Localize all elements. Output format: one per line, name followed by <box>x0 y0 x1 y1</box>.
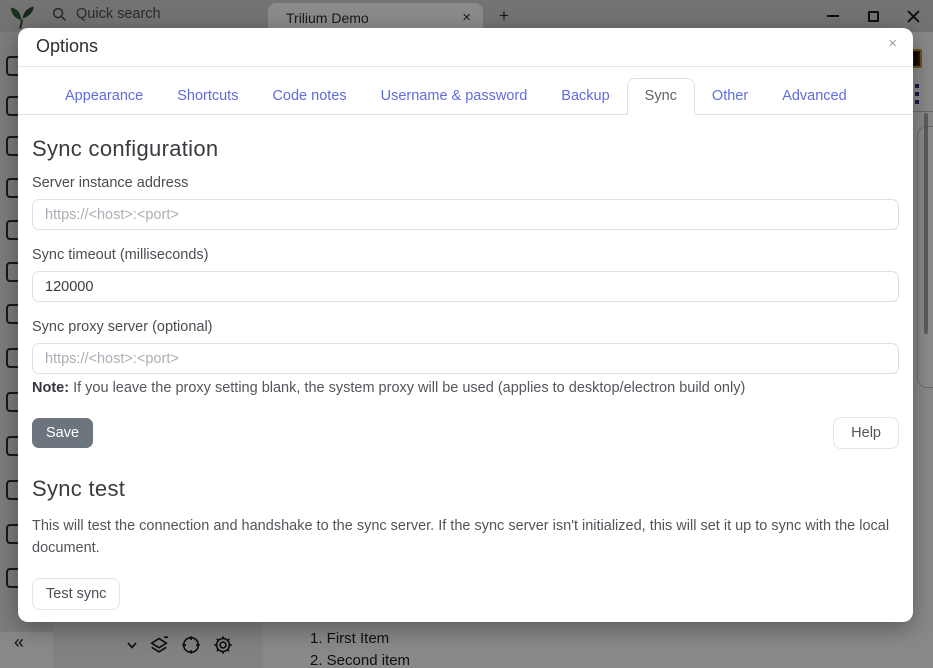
tab-backup[interactable]: Backup <box>544 78 626 114</box>
tab-sync[interactable]: Sync <box>627 78 695 115</box>
sync-proxy-input[interactable] <box>32 343 899 374</box>
sync-options-panel: Sync configuration Server instance addre… <box>18 115 913 610</box>
sync-timeout-label: Sync timeout (milliseconds) <box>32 247 899 263</box>
proxy-note-text: If you leave the proxy setting blank, th… <box>69 380 745 396</box>
server-address-label: Server instance address <box>32 175 899 191</box>
sync-test-description: This will test the connection and handsh… <box>32 515 898 559</box>
server-address-input[interactable] <box>32 199 899 230</box>
test-sync-button[interactable]: Test sync <box>32 578 120 610</box>
dialog-title: Options <box>36 36 98 57</box>
dialog-header: Options × <box>18 28 913 67</box>
options-tab-bar: Appearance Shortcuts Code notes Username… <box>18 78 913 115</box>
screen: Quick search Trilium Demo × + <box>0 0 933 668</box>
sync-proxy-label: Sync proxy server (optional) <box>32 319 899 335</box>
sync-test-heading: Sync test <box>32 476 899 502</box>
sync-configuration-heading: Sync configuration <box>32 136 899 162</box>
options-dialog: Options × Appearance Shortcuts Code note… <box>18 28 913 622</box>
tab-other[interactable]: Other <box>695 78 765 114</box>
dialog-close-icon[interactable]: × <box>888 35 897 52</box>
tab-shortcuts[interactable]: Shortcuts <box>160 78 255 114</box>
help-button[interactable]: Help <box>833 417 899 449</box>
proxy-note: Note: If you leave the proxy setting bla… <box>32 378 899 398</box>
proxy-note-prefix: Note: <box>32 380 69 396</box>
sync-timeout-input[interactable] <box>32 271 899 302</box>
tab-appearance[interactable]: Appearance <box>48 78 160 114</box>
tab-username-password[interactable]: Username & password <box>364 78 545 114</box>
tab-code-notes[interactable]: Code notes <box>255 78 363 114</box>
save-button[interactable]: Save <box>32 418 93 448</box>
tab-advanced[interactable]: Advanced <box>765 78 864 114</box>
